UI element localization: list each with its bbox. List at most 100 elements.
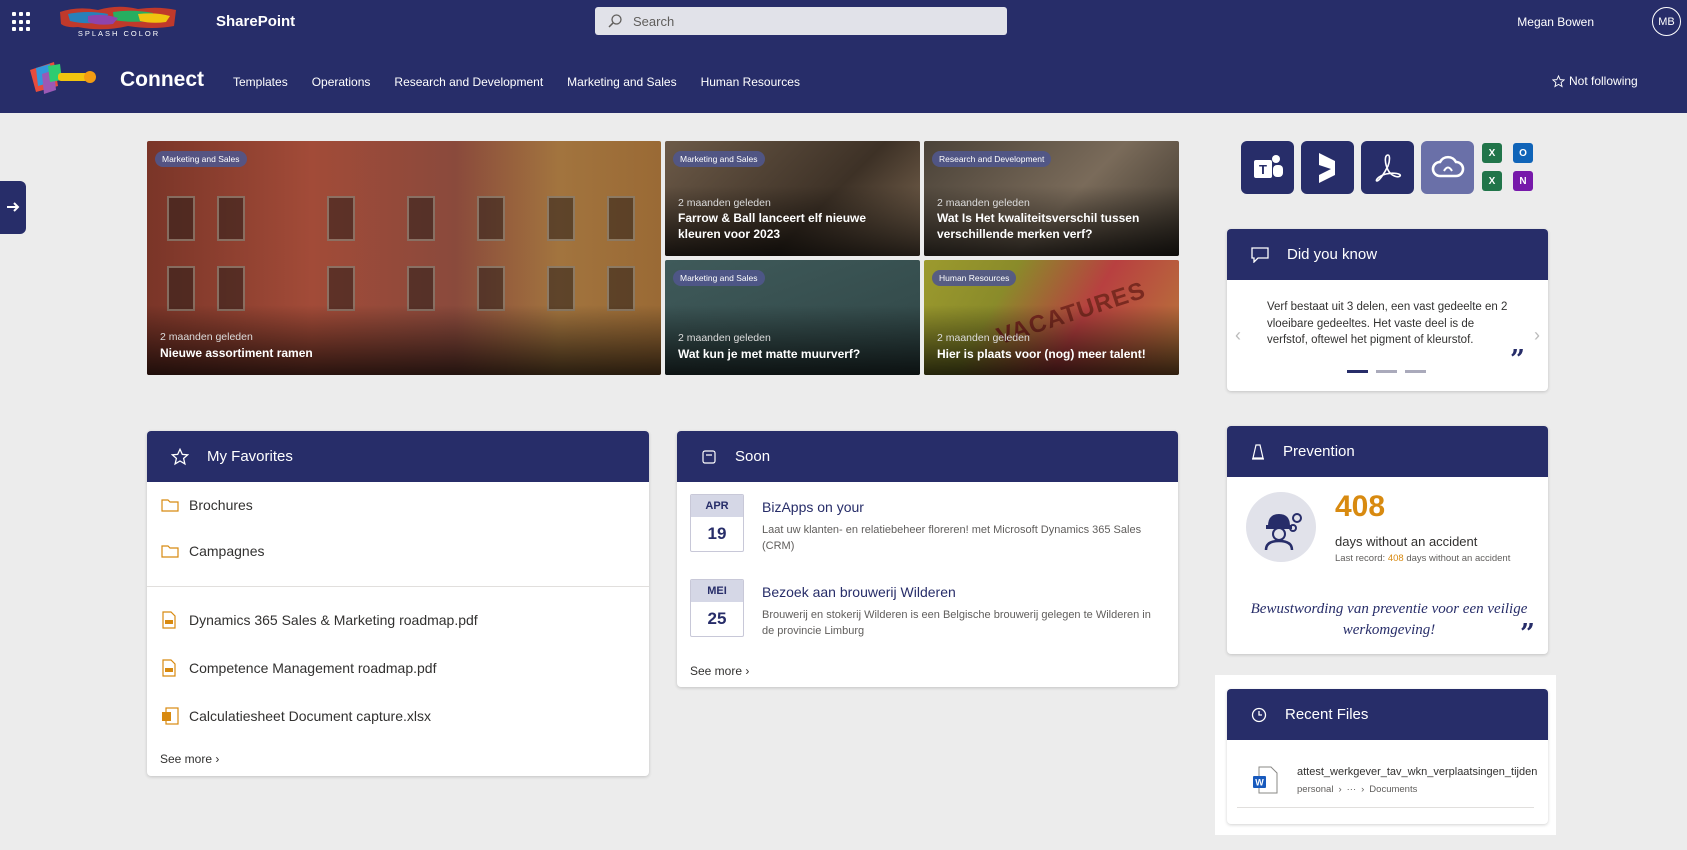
news-tile-4[interactable]: Marketing and Sales 2 maanden geleden Wa… <box>665 260 920 375</box>
category-tag[interactable]: Marketing and Sales <box>673 270 765 286</box>
creative-cloud-icon[interactable] <box>1421 141 1474 194</box>
card-header: Recent Files <box>1227 689 1548 740</box>
nav-item-research-and-development[interactable]: Research and Development <box>394 75 543 89</box>
did-you-know-text: Verf bestaat uit 3 delen, een vast gedee… <box>1267 301 1508 346</box>
carousel-dot[interactable] <box>1376 370 1397 373</box>
cone-icon <box>1252 443 1264 460</box>
carousel-dot[interactable] <box>1405 370 1426 373</box>
nav-item-marketing-and-sales[interactable]: Marketing and Sales <box>567 75 676 89</box>
news-tile-1[interactable]: Marketing and Sales 2 maanden geleden Ni… <box>147 141 661 375</box>
pdf-file-icon <box>162 611 176 629</box>
see-more-link[interactable]: See more › <box>690 664 749 678</box>
news-date: 2 maanden geleden <box>937 197 1030 209</box>
mini-app-links: X O X N <box>1482 143 1533 191</box>
nav-item-templates[interactable]: Templates <box>233 75 288 89</box>
carousel-dot[interactable] <box>1347 370 1368 373</box>
nav-item-human-resources[interactable]: Human Resources <box>701 75 800 89</box>
soon-events-card: Soon APR 19 BizApps on your Laat uw klan… <box>677 431 1178 687</box>
site-header: Connect Templates Operations Research an… <box>0 44 1687 113</box>
news-tile-5[interactable]: VACATURES Human Resources 2 maanden gele… <box>924 260 1179 375</box>
news-title[interactable]: Nieuwe assortiment ramen <box>160 345 649 361</box>
onenote-icon[interactable]: N <box>1513 171 1533 191</box>
expand-panel-button[interactable] <box>0 181 26 234</box>
news-date: 2 maanden geleden <box>678 197 771 209</box>
outlook-icon[interactable]: O <box>1513 143 1533 163</box>
site-navigation: Templates Operations Research and Develo… <box>233 75 800 89</box>
app-name[interactable]: SharePoint <box>216 13 295 30</box>
chevron-right-icon: › <box>745 664 750 678</box>
favorite-file[interactable]: Competence Management roadmap.pdf <box>189 660 436 676</box>
category-tag[interactable]: Marketing and Sales <box>673 151 765 167</box>
chevron-left-icon[interactable]: ‹ <box>1235 325 1241 346</box>
card-header: Did you know <box>1227 229 1548 280</box>
card-header: My Favorites <box>147 431 649 482</box>
path-ellipsis[interactable]: ··· <box>1347 784 1357 795</box>
nav-item-operations[interactable]: Operations <box>312 75 371 89</box>
accident-free-days-count: 408 <box>1335 490 1386 523</box>
recent-file-name[interactable]: attest_werkgever_tav_wkn_verplaatsingen_… <box>1297 766 1537 778</box>
teams-icon[interactable]: T <box>1241 141 1294 194</box>
pdf-file-icon <box>162 659 176 677</box>
event-date-badge: APR 19 <box>690 494 744 552</box>
see-more-label: See more <box>690 664 743 678</box>
avatar[interactable]: MB <box>1652 7 1681 36</box>
event-title[interactable]: BizApps on your <box>762 499 864 515</box>
category-tag[interactable]: Human Resources <box>932 270 1017 286</box>
favorite-file[interactable]: Dynamics 365 Sales & Marketing roadmap.p… <box>189 612 478 628</box>
last-record-prefix: Last record: <box>1335 553 1386 564</box>
card-header: Soon <box>677 431 1178 482</box>
search-box[interactable]: Search <box>595 7 1007 35</box>
prevention-motto: Bewustwording van preventie voor een vei… <box>1250 601 1528 638</box>
event-date-badge: MEI 25 <box>690 579 744 637</box>
news-tile-3[interactable]: Research and Development 2 maanden geled… <box>924 141 1179 256</box>
news-title[interactable]: Wat Is Het kwaliteitsverschil tussen ver… <box>937 210 1167 242</box>
chevron-right-icon: › <box>1338 784 1342 795</box>
news-tile-2[interactable]: Marketing and Sales 2 maanden geleden Fa… <box>665 141 920 256</box>
news-title[interactable]: Farrow & Ball lanceert elf nieuwe kleure… <box>678 210 908 242</box>
site-logo[interactable] <box>28 56 100 100</box>
calendar-icon <box>702 449 716 464</box>
category-tag[interactable]: Marketing and Sales <box>155 151 247 167</box>
see-more-label: See more <box>160 752 213 766</box>
dynamics-icon[interactable] <box>1301 141 1354 194</box>
user-name[interactable]: Megan Bowen <box>1517 15 1594 29</box>
worker-safety-icon <box>1246 492 1316 562</box>
recent-files-card: Recent Files W attest_werkgever_tav_wkn_… <box>1227 689 1548 824</box>
carousel-indicator <box>1347 370 1426 373</box>
chevron-right-icon[interactable]: › <box>1534 325 1540 346</box>
card-title: My Favorites <box>207 448 293 465</box>
card-title: Prevention <box>1283 443 1355 460</box>
path-segment[interactable]: personal <box>1297 784 1333 795</box>
path-segment[interactable]: Documents <box>1369 784 1417 795</box>
splash-color-logo[interactable]: SPLASH COLOR <box>58 4 180 38</box>
follow-button[interactable]: Not following <box>1552 74 1638 88</box>
event-month: APR <box>691 495 743 517</box>
excel-file-icon <box>162 707 179 725</box>
favorite-folder[interactable]: Brochures <box>189 497 253 513</box>
news-title[interactable]: Hier is plaats voor (nog) meer talent! <box>937 346 1167 362</box>
search-icon <box>608 14 622 28</box>
site-title[interactable]: Connect <box>120 68 204 92</box>
favorite-folder[interactable]: Campagnes <box>189 543 265 559</box>
word-file-icon: W <box>1253 766 1278 794</box>
acrobat-icon[interactable] <box>1361 141 1414 194</box>
building-window <box>607 196 635 241</box>
excel-icon[interactable]: X <box>1482 171 1502 191</box>
building-window <box>327 196 355 241</box>
event-month: MEI <box>691 580 743 602</box>
chevron-right-icon: › <box>1361 784 1365 795</box>
favorite-file[interactable]: Calculatiesheet Document capture.xlsx <box>189 708 431 724</box>
event-day: 25 <box>707 609 727 628</box>
arrow-right-icon <box>7 202 20 212</box>
excel-icon[interactable]: X <box>1482 143 1502 163</box>
card-title: Soon <box>735 448 771 465</box>
building-window <box>477 196 505 241</box>
app-launcher-icon[interactable] <box>12 12 32 32</box>
news-title[interactable]: Wat kun je met matte muurverf? <box>678 346 908 362</box>
see-more-link[interactable]: See more › <box>160 752 219 766</box>
event-title[interactable]: Bezoek aan brouwerij Wilderen <box>762 584 956 600</box>
building-window <box>217 196 245 241</box>
category-tag[interactable]: Research and Development <box>932 151 1052 167</box>
prevention-card: Prevention 408 days without an accident … <box>1227 426 1548 654</box>
suite-bar: SPLASH COLOR SharePoint Search Megan Bow… <box>0 0 1687 44</box>
